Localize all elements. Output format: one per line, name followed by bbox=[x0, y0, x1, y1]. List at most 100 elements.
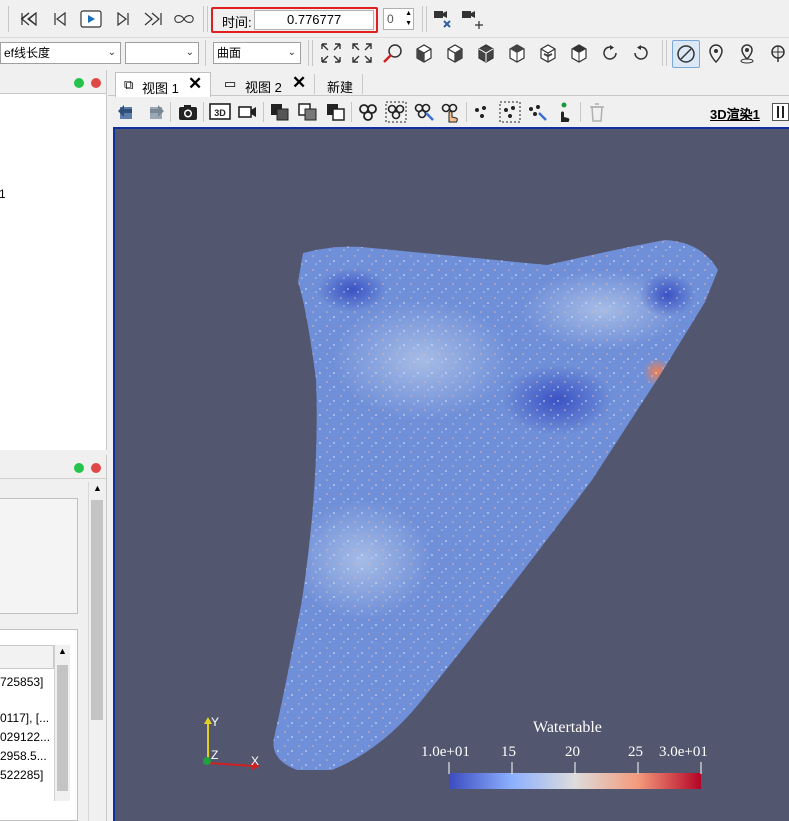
redo-camera-icon[interactable] bbox=[143, 100, 167, 124]
panel-scrollbar[interactable]: ▲ bbox=[88, 482, 105, 821]
view-plus-z-icon[interactable] bbox=[535, 40, 561, 66]
float-panel-icon[interactable] bbox=[74, 78, 84, 88]
representation-select[interactable]: 曲面 ⌄ bbox=[213, 42, 301, 64]
view-plus-y-icon[interactable] bbox=[473, 40, 499, 66]
spin-down-icon[interactable]: ▼ bbox=[405, 19, 412, 29]
scroll-up-icon[interactable]: ▲ bbox=[58, 646, 67, 656]
scroll-thumb[interactable] bbox=[91, 500, 103, 720]
camera-link-icon[interactable] bbox=[236, 100, 260, 124]
spin-up-icon[interactable]: ▲ bbox=[405, 9, 412, 19]
svg-text:3D: 3D bbox=[214, 108, 226, 118]
table-row: 0117], [... bbox=[0, 711, 50, 725]
center-pin-icon[interactable] bbox=[703, 40, 729, 66]
chevron-down-icon: ⌄ bbox=[107, 47, 116, 58]
tab-view-1[interactable]: ⧉ 视图 1 ✕ bbox=[115, 72, 211, 97]
orientation-axes-icon[interactable] bbox=[672, 40, 700, 68]
toolbar-separator bbox=[466, 102, 467, 122]
time-value: 0.776777 bbox=[287, 12, 342, 27]
close-icon[interactable]: ✕ bbox=[188, 74, 202, 94]
legend-tick-label: 15 bbox=[501, 744, 516, 760]
color-by-select[interactable]: ef线长度 ⌄ bbox=[0, 42, 121, 64]
timestep-value: 0 bbox=[387, 12, 394, 26]
table-row: 725853] bbox=[0, 675, 44, 689]
legend-tick-label: 3.0e+01 bbox=[659, 744, 708, 760]
window-icon: ▭ bbox=[224, 76, 237, 91]
toolbar-separator bbox=[422, 6, 423, 32]
globe-pin-icon[interactable] bbox=[765, 40, 789, 66]
scroll-up-icon[interactable]: ▲ bbox=[93, 483, 102, 493]
toolbar-separator bbox=[203, 6, 204, 32]
toolbar-separator bbox=[426, 6, 427, 32]
undo-camera-icon[interactable] bbox=[115, 100, 139, 124]
legend-title: Watertable bbox=[533, 719, 602, 736]
view-minus-z-icon[interactable] bbox=[566, 40, 592, 66]
time-label: 时间: bbox=[222, 15, 252, 30]
time-input[interactable]: 0.776777 bbox=[254, 10, 374, 30]
legend-tick-label: 25 bbox=[628, 744, 643, 760]
camera-delete-icon[interactable] bbox=[433, 8, 455, 30]
interactive-select-cells-icon[interactable] bbox=[438, 100, 462, 124]
interactive-select-points-icon[interactable] bbox=[552, 100, 576, 124]
previous-frame-icon[interactable] bbox=[49, 8, 71, 30]
pipeline-item-fragment[interactable]: 1 bbox=[0, 187, 6, 201]
legend-ticks bbox=[448, 762, 702, 774]
axis-label-z: Z bbox=[211, 748, 219, 762]
toolbar-separator bbox=[207, 6, 208, 32]
select-points-polygon-icon[interactable] bbox=[525, 100, 549, 124]
table-row: 522285] bbox=[0, 768, 44, 782]
toolbar-separator bbox=[263, 102, 264, 122]
pick-center-icon[interactable] bbox=[734, 40, 760, 66]
rotate-ccw-icon[interactable] bbox=[628, 40, 654, 66]
select-cells-box-icon[interactable] bbox=[384, 100, 408, 124]
table-scrollbar[interactable]: ▲ bbox=[54, 645, 70, 801]
select-cells-polygon-icon[interactable] bbox=[412, 100, 436, 124]
loop-icon[interactable] bbox=[173, 8, 195, 30]
split-view-icon[interactable] bbox=[268, 100, 292, 124]
next-frame-icon[interactable] bbox=[112, 8, 134, 30]
split-horizontal-icon[interactable] bbox=[296, 100, 320, 124]
render-view-label: 3D渲染1 bbox=[710, 107, 760, 122]
clear-selection-icon[interactable] bbox=[585, 100, 609, 124]
toolbar-separator bbox=[662, 40, 663, 66]
close-panel-icon[interactable] bbox=[91, 78, 101, 88]
select-cells-icon[interactable] bbox=[356, 100, 380, 124]
view-plus-x-icon[interactable] bbox=[411, 40, 437, 66]
toolbar-separator bbox=[351, 102, 352, 122]
table-row: 029122... bbox=[0, 730, 51, 744]
toolbar-separator bbox=[666, 40, 667, 66]
camera-add-icon[interactable] bbox=[461, 8, 483, 30]
view-minus-x-icon[interactable] bbox=[442, 40, 468, 66]
mesh-surface bbox=[273, 240, 718, 770]
view-options-icon[interactable] bbox=[772, 103, 789, 121]
tab-new[interactable]: 新建 bbox=[327, 77, 353, 96]
maximize-view-icon[interactable] bbox=[324, 100, 348, 124]
timestep-spinbox[interactable]: 0 ▲ ▼ bbox=[383, 8, 414, 30]
view-minus-y-icon[interactable] bbox=[504, 40, 530, 66]
toggle-3d-button[interactable]: 3D bbox=[208, 100, 232, 124]
color-legend: Watertable 1.0e+01 15 20 25 3.0e+01 bbox=[415, 717, 715, 797]
toolbar-separator bbox=[308, 40, 309, 66]
scroll-thumb[interactable] bbox=[57, 665, 68, 791]
select-points-box-icon[interactable] bbox=[498, 100, 522, 124]
first-frame-icon[interactable] bbox=[18, 8, 40, 30]
toolbar-separator bbox=[312, 40, 313, 66]
properties-panel: 725853] 0117], [... 029122... 2958.5... … bbox=[0, 455, 107, 821]
close-panel-icon[interactable] bbox=[91, 463, 101, 473]
reset-camera-icon[interactable] bbox=[318, 40, 344, 66]
last-frame-icon[interactable] bbox=[142, 8, 164, 30]
rotate-cw-icon[interactable] bbox=[597, 40, 623, 66]
zoom-to-box-icon[interactable] bbox=[380, 40, 406, 66]
render-view[interactable]: Y Z X Watertable 1.0e+01 15 20 25 3.0e+0… bbox=[113, 127, 789, 821]
capture-screenshot-icon[interactable] bbox=[176, 100, 200, 124]
representation-value: 曲面 bbox=[217, 46, 242, 60]
tab-label: 视图 2 bbox=[245, 80, 282, 95]
zoom-to-data-icon[interactable] bbox=[349, 40, 375, 66]
component-select[interactable]: ⌄ bbox=[125, 42, 199, 64]
chevron-down-icon: ⌄ bbox=[287, 47, 296, 58]
close-icon[interactable]: ✕ bbox=[292, 73, 306, 93]
color-by-value: ef线长度 bbox=[4, 46, 51, 60]
play-button[interactable] bbox=[80, 8, 102, 30]
select-points-icon[interactable] bbox=[470, 100, 494, 124]
tab-view-2[interactable]: ▭ 视图 2 ✕ bbox=[216, 72, 312, 96]
float-panel-icon[interactable] bbox=[74, 463, 84, 473]
